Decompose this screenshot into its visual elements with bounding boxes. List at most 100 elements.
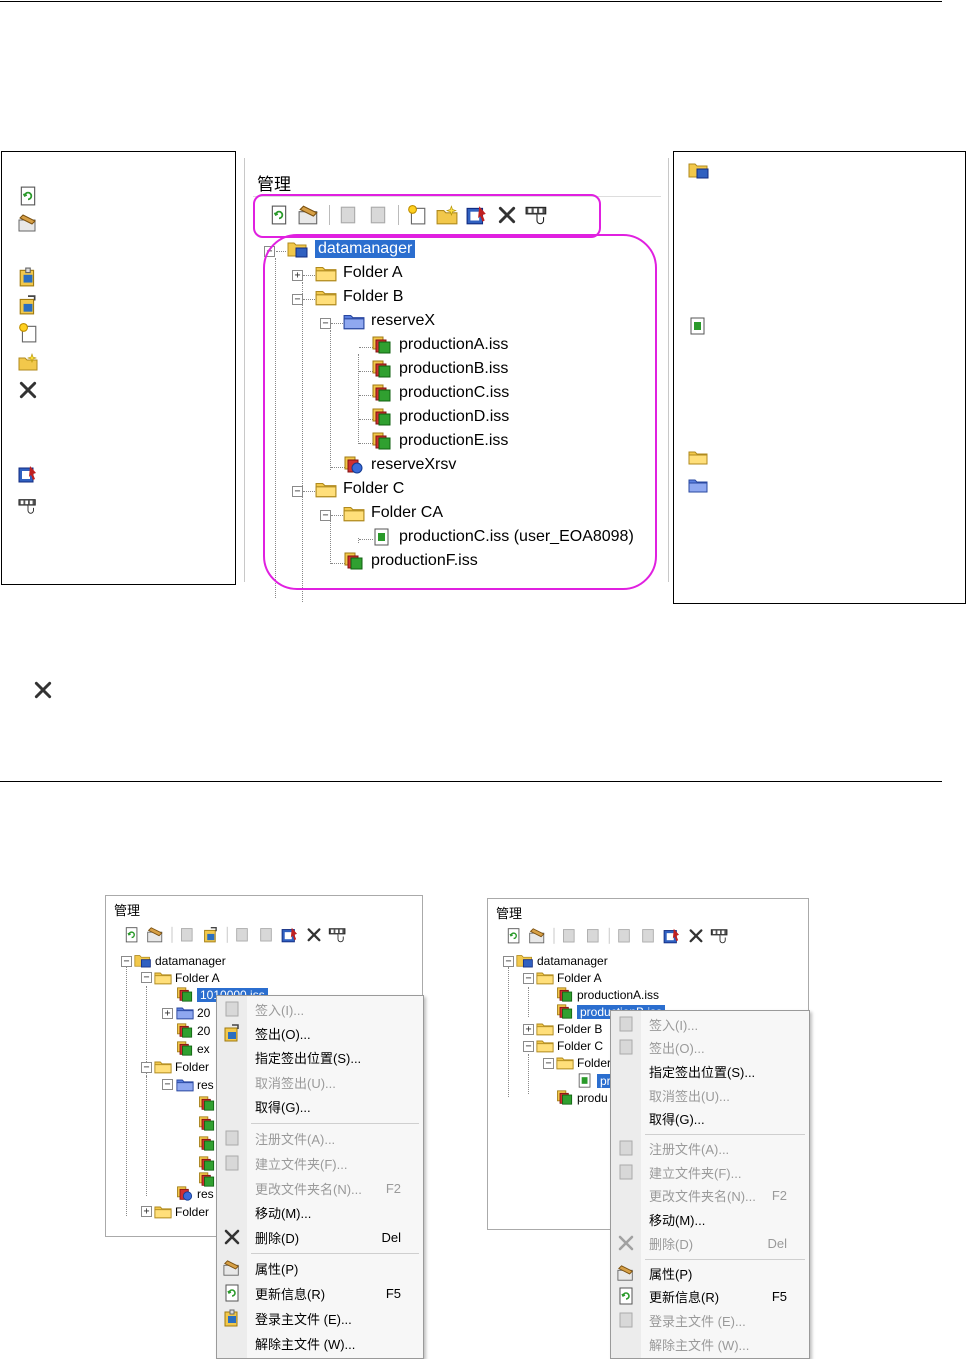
collapse-toggle[interactable]: − — [543, 1058, 554, 1069]
tree-node-label: Folder B — [557, 1021, 603, 1036]
menu-item-rename-folder[interactable]: 更改文件夹名(N)... F2 — [611, 1183, 809, 1207]
tree-node[interactable]: ex — [176, 1041, 210, 1056]
tree-node[interactable]: 20 — [176, 1005, 210, 1020]
tree-node[interactable] — [198, 1156, 216, 1171]
properties-button[interactable] — [146, 926, 165, 944]
collapse-toggle[interactable]: − — [141, 972, 152, 983]
tree-root[interactable]: datamanager — [516, 953, 608, 968]
register-master-icon — [223, 1309, 241, 1327]
tree-node[interactable] — [198, 1136, 216, 1151]
new-folder-button[interactable] — [256, 926, 275, 944]
new-file-button[interactable] — [232, 926, 251, 944]
move-button[interactable] — [280, 926, 299, 944]
new-file-icon — [234, 927, 250, 943]
expand-toggle[interactable]: + — [162, 1008, 173, 1019]
checked-out-file-icon — [688, 316, 708, 336]
check-in-button[interactable] — [177, 926, 196, 944]
check-out-button[interactable] — [201, 926, 220, 944]
menu-item-rename-folder[interactable]: 更改文件夹名(N)... F2 — [217, 1176, 423, 1200]
tree-node[interactable]: pr — [576, 1073, 614, 1088]
tree-node[interactable]: Folder A — [154, 970, 220, 985]
new-file-button[interactable] — [614, 927, 633, 945]
menu-item-check-in[interactable]: 签入(I)... — [217, 997, 423, 1021]
tree-node-label: Folder C — [557, 1038, 604, 1053]
menu-item-move[interactable]: 移动(M)... — [611, 1207, 809, 1231]
master-file-button[interactable] — [710, 927, 729, 945]
new-folder-icon — [258, 927, 274, 943]
menu-item-register-file[interactable]: 注册文件(A)... — [217, 1126, 423, 1150]
tree-node[interactable]: res — [176, 1077, 214, 1092]
check-in-icon — [561, 928, 577, 944]
collapse-toggle[interactable]: − — [162, 1079, 173, 1090]
collapse-toggle[interactable]: − — [523, 973, 534, 984]
collapse-toggle[interactable]: − — [121, 956, 132, 967]
menu-item-properties[interactable]: 属性(P) — [217, 1256, 423, 1280]
menu-item-set-checkout-location[interactable]: 指定签出位置(S)... — [611, 1059, 809, 1083]
tree-node[interactable]: produ — [556, 1090, 608, 1105]
tree-node[interactable]: productionA.iss — [556, 987, 659, 1002]
expand-toggle[interactable]: + — [523, 1024, 534, 1035]
menu-item-create-folder[interactable]: 建立文件夹(F)... — [217, 1151, 423, 1175]
context-menu: 签入(I)... 签出(O)... 指定签出位置(S)... 取消签出(U)..… — [216, 995, 424, 1359]
properties-button[interactable] — [528, 927, 547, 945]
tree-node[interactable] — [198, 1096, 216, 1111]
expand-toggle[interactable]: + — [141, 1206, 152, 1217]
check-in-icon — [617, 1015, 635, 1033]
menu-item-check-out[interactable]: 签出(O)... — [611, 1035, 809, 1059]
menu-item-register-master[interactable]: 登录主文件 (E)... — [611, 1308, 809, 1332]
menu-item-set-checkout-location[interactable]: 指定签出位置(S)... — [217, 1045, 423, 1069]
move-icon — [18, 464, 38, 484]
collapse-toggle[interactable]: − — [523, 1041, 534, 1052]
tree-node[interactable]: 20 — [176, 1023, 210, 1038]
tree-node[interactable]: Folder A — [536, 970, 602, 985]
check-out-icon — [203, 927, 219, 943]
move-button[interactable] — [662, 927, 681, 945]
tree-node[interactable]: Folder C — [536, 1038, 603, 1053]
toolbar-separator — [226, 926, 228, 943]
datamanager-icon — [688, 160, 710, 180]
menu-item-properties[interactable]: 属性(P) — [611, 1261, 809, 1285]
menu-item-get[interactable]: 取得(G)... — [611, 1106, 809, 1130]
tree-root[interactable]: datamanager — [134, 953, 226, 968]
menu-item-refresh[interactable]: 更新信息(R) F5 — [611, 1284, 809, 1308]
tree-node[interactable]: res — [176, 1186, 214, 1201]
menu-item-delete[interactable]: 删除(D) Del — [611, 1231, 809, 1255]
new-folder-button[interactable] — [638, 927, 657, 945]
check-out-button[interactable] — [583, 927, 602, 945]
tree-node-label: datamanager — [155, 953, 226, 968]
check-in-button[interactable] — [559, 927, 578, 945]
menu-item-cancel-checkout[interactable]: 取消签出(U)... — [217, 1070, 423, 1094]
menu-item-delete[interactable]: 删除(D) Del — [217, 1225, 423, 1249]
delete-button[interactable] — [686, 927, 705, 945]
collapse-toggle[interactable]: − — [503, 956, 514, 967]
menu-item-create-folder[interactable]: 建立文件夹(F)... — [611, 1160, 809, 1184]
panel-title: 管理 — [114, 903, 141, 918]
menu-item-register-file[interactable]: 注册文件(A)... — [611, 1136, 809, 1160]
datamanager-icon — [516, 953, 534, 968]
master-file-button[interactable] — [328, 926, 347, 944]
check-in-icon — [179, 927, 195, 943]
tree-node[interactable]: Folder — [154, 1204, 209, 1219]
tree-node[interactable]: Folder B — [536, 1021, 602, 1036]
menu-item-cancel-checkout[interactable]: 取消签出(U)... — [611, 1083, 809, 1107]
new-file-icon — [18, 323, 38, 343]
tree-node[interactable]: Folder — [154, 1059, 209, 1074]
tree-node[interactable] — [198, 1116, 216, 1131]
manager-toolbar — [122, 926, 352, 944]
tree-node[interactable] — [198, 1172, 216, 1187]
menu-item-check-out[interactable]: 签出(O)... — [217, 1021, 423, 1045]
menu-item-check-in[interactable]: 签入(I)... — [611, 1012, 809, 1036]
tree-node[interactable]: Folder — [556, 1055, 611, 1070]
menu-item-release-master[interactable]: 解除主文件 (W)... — [217, 1331, 423, 1355]
menu-item-move[interactable]: 移动(M)... — [217, 1200, 423, 1224]
menu-item-refresh[interactable]: 更新信息(R) F5 — [217, 1281, 423, 1305]
menu-item-get[interactable]: 取得(G)... — [217, 1094, 423, 1118]
delete-icon — [18, 380, 38, 400]
menu-item-register-master[interactable]: 登录主文件 (E)... — [217, 1306, 423, 1330]
refresh-button[interactable] — [122, 926, 141, 944]
refresh-button[interactable] — [504, 927, 523, 945]
toolbar-separator — [171, 926, 173, 943]
collapse-toggle[interactable]: − — [141, 1062, 152, 1073]
menu-item-release-master[interactable]: 解除主文件 (W)... — [611, 1332, 809, 1356]
delete-button[interactable] — [304, 926, 323, 944]
